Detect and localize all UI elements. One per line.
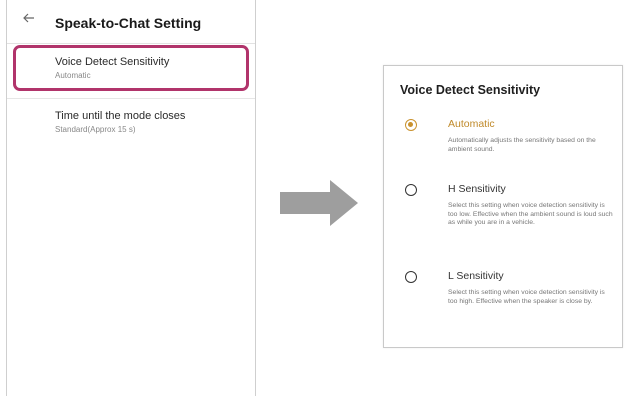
option-description: Select this setting when voice detection…	[448, 202, 613, 227]
back-arrow-icon[interactable]	[21, 10, 37, 26]
option-label: H Sensitivity	[448, 183, 506, 195]
sensitivity-dialog: Voice Detect Sensitivity Automatic Autom…	[383, 65, 623, 348]
option-description: Select this setting when voice detection…	[448, 289, 605, 305]
app-bar: Speak-to-Chat Setting	[7, 0, 255, 44]
page-title: Speak-to-Chat Setting	[55, 15, 202, 31]
option-description: Automatically adjusts the sensitivity ba…	[448, 137, 596, 153]
dialog-title: Voice Detect Sensitivity	[400, 83, 541, 97]
divider	[7, 98, 255, 99]
option-label: L Sensitivity	[448, 270, 504, 282]
right-arrow-icon	[280, 180, 358, 226]
radio-selected-icon[interactable]	[405, 119, 417, 131]
setting-time-until-mode-closes[interactable]: Time until the mode closes Standard(Appr…	[7, 110, 255, 134]
highlight-frame	[13, 45, 249, 91]
setting-label: Time until the mode closes	[55, 110, 186, 122]
radio-unselected-icon[interactable]	[405, 184, 417, 196]
settings-screen: Speak-to-Chat Setting Voice Detect Sensi…	[6, 0, 256, 396]
setting-value: Standard(Approx 15 s)	[55, 125, 136, 134]
radio-unselected-icon[interactable]	[405, 271, 417, 283]
option-label: Automatic	[448, 118, 495, 130]
